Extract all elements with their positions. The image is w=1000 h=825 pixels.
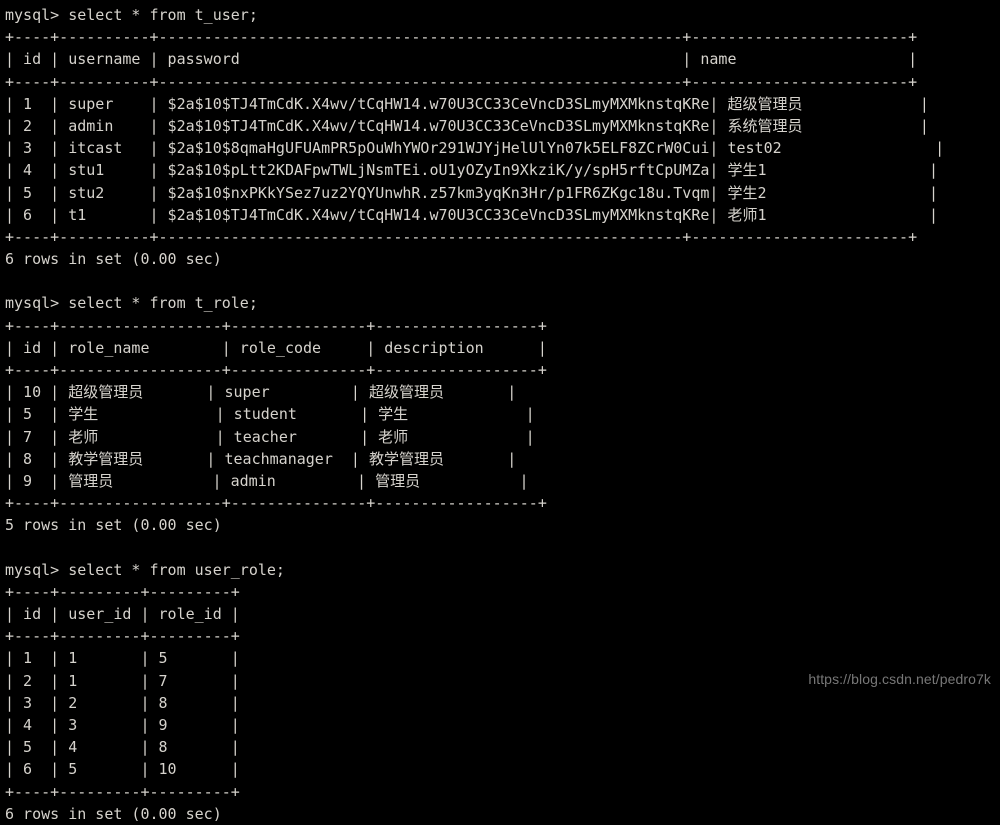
- table-rule: +----+------------------+---------------…: [5, 316, 547, 335]
- table-row: | 5 | 学生 | student | 学生 |: [5, 405, 535, 424]
- result-status-t_user: 6 rows in set (0.00 sec): [5, 250, 222, 269]
- table-rule: +----+---------+---------+: [5, 627, 240, 646]
- table-rule: +----+----------+-----------------------…: [5, 227, 918, 246]
- table-row: | 6 | 5 | 10 |: [5, 760, 240, 779]
- table-row: | 4 | stu1 | $2a$10$pLtt2KDAFpwTWLjNsmTE…: [5, 161, 939, 180]
- table-row: | 2 | admin | $2a$10$TJ4TmCdK.X4wv/tCqHW…: [5, 116, 929, 135]
- watermark-url: https://blog.csdn.net/pedro7k: [808, 671, 991, 687]
- table-row: | 5 | stu2 | $2a$10$nxPKkYSez7uz2YQYUnwh…: [5, 183, 939, 202]
- table-rule: +----+------------------+---------------…: [5, 494, 547, 513]
- sql-command-t_role: mysql> select * from t_role;: [5, 294, 258, 313]
- table-header-row: | id | role_name | role_code | descripti…: [5, 338, 547, 357]
- table-row: | 9 | 管理员 | admin | 管理员 |: [5, 471, 529, 490]
- sql-command-user_role: mysql> select * from user_role;: [5, 560, 285, 579]
- result-status-t_role: 5 rows in set (0.00 sec): [5, 516, 222, 535]
- terminal-output: mysql> select * from t_user; +----+------…: [0, 0, 1000, 823]
- table-row: | 10 | 超级管理员 | super | 超级管理员 |: [5, 383, 517, 402]
- table-header-row: | id | username | password | name |: [5, 50, 918, 69]
- table-row: | 3 | itcast | $2a$10$8qmaHgUFUAmPR5pOuW…: [5, 139, 945, 158]
- table-row: | 3 | 2 | 8 |: [5, 693, 240, 712]
- table-row: | 8 | 教学管理员 | teachmanager | 教学管理员 |: [5, 449, 517, 468]
- table-rule: +----+----------+-----------------------…: [5, 72, 918, 91]
- table-rule: +----+---------+---------+: [5, 782, 240, 801]
- table-row: | 4 | 3 | 9 |: [5, 716, 240, 734]
- table-row: | 1 | super | $2a$10$TJ4TmCdK.X4wv/tCqHW…: [5, 94, 929, 113]
- table-rule: +----+------------------+---------------…: [5, 361, 547, 379]
- sql-command-t_user: mysql> select * from t_user;: [5, 6, 258, 24]
- table-header-row: | id | user_id | role_id |: [5, 605, 240, 624]
- table-rule: +----+----------+-----------------------…: [5, 28, 918, 47]
- table-row: | 1 | 1 | 5 |: [5, 649, 240, 668]
- result-status-user_role: 6 rows in set (0.00 sec): [5, 804, 222, 823]
- table-row: | 6 | t1 | $2a$10$TJ4TmCdK.X4wv/tCqHW14.…: [5, 205, 939, 224]
- table-row: | 7 | 老师 | teacher | 老师 |: [5, 427, 535, 446]
- table-rule: +----+---------+---------+: [5, 582, 240, 601]
- table-row: | 5 | 4 | 8 |: [5, 738, 240, 757]
